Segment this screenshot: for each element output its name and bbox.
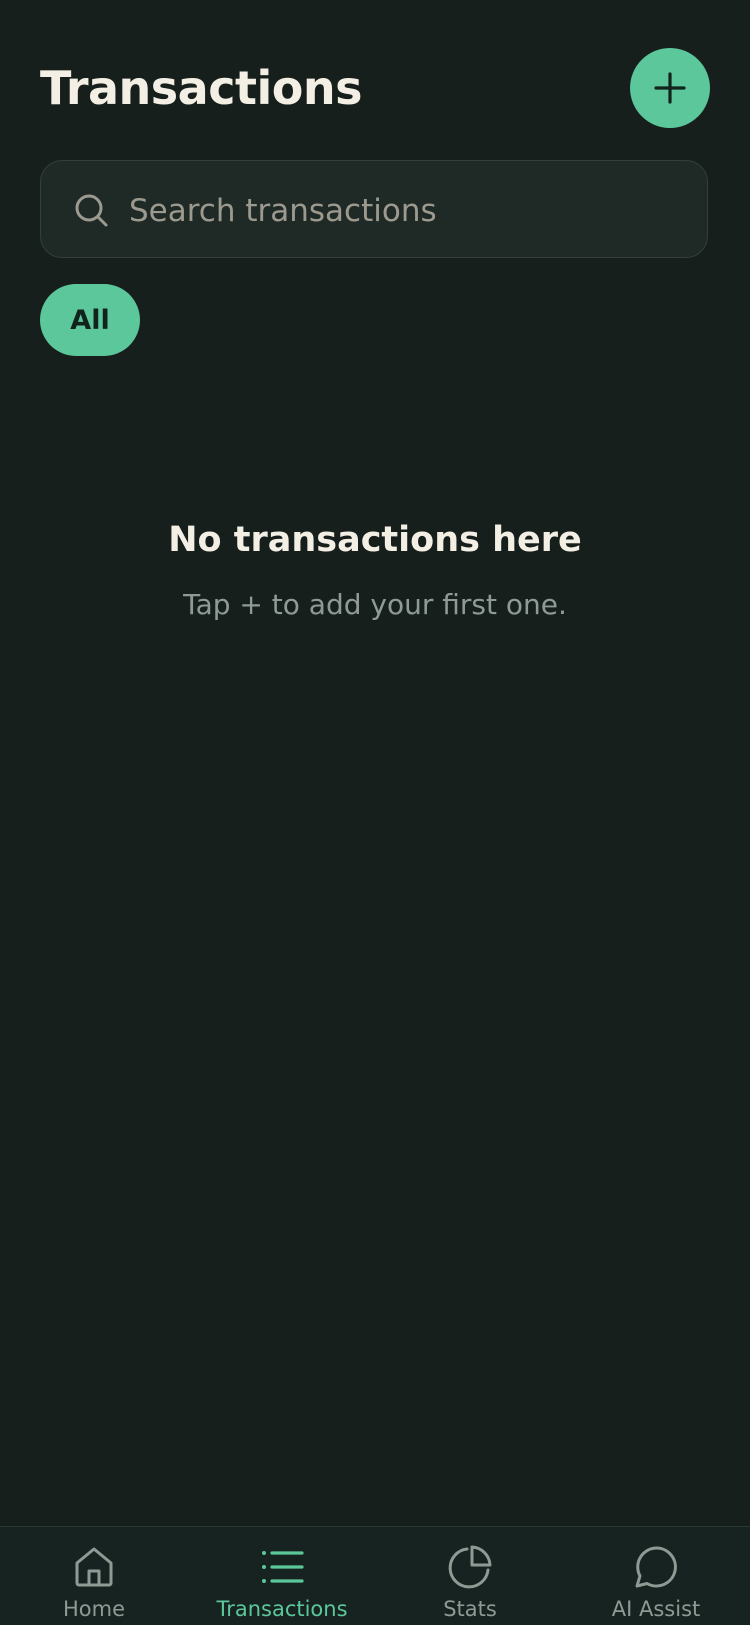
tab-transactions[interactable]: Transactions [188,1527,376,1625]
bottom-tab-bar: Home Transactions Stats AI Assist [0,1526,750,1625]
empty-state-subtitle: Tap + to add your first one. [183,588,567,621]
empty-state-title: No transactions here [168,520,582,560]
pie-chart-icon [448,1545,492,1589]
search-box[interactable] [40,160,708,258]
list-icon [262,1551,304,1583]
page-title: Transactions [40,61,362,115]
home-icon [75,1547,113,1587]
tab-ai-assist-label: AI Assist [611,1597,701,1621]
search-input[interactable] [127,185,691,237]
filter-chip-all[interactable]: All [40,284,140,356]
add-transaction-button[interactable] [630,48,710,128]
tab-stats[interactable]: Stats [376,1527,564,1625]
chat-bubble-icon [635,1546,677,1588]
tab-stats-label: Stats [443,1597,497,1621]
tab-transactions-label: Transactions [216,1597,348,1621]
tab-home-label: Home [62,1597,125,1621]
plus-icon [654,72,686,104]
search-icon [75,194,108,227]
header: Transactions [40,48,710,128]
tab-ai-assist[interactable]: AI Assist [562,1527,750,1625]
tab-home[interactable]: Home [0,1527,188,1625]
